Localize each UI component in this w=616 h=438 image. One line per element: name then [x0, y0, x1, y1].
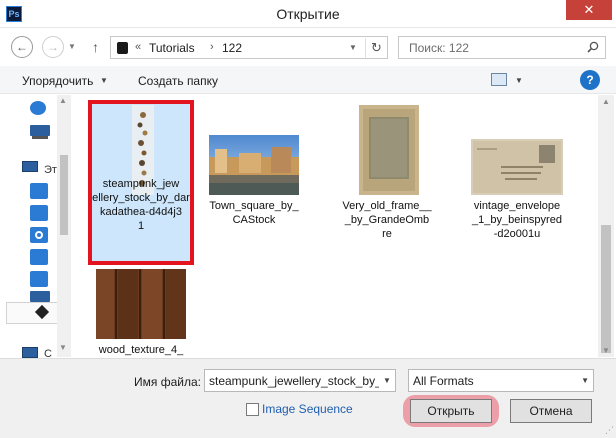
window-title: Открытие: [276, 6, 340, 22]
file-name: CAStock: [232, 214, 276, 226]
resize-grip-icon[interactable]: ⋰: [605, 425, 614, 436]
recent-locations-chevron-down-icon[interactable]: ▼: [68, 42, 76, 51]
view-chevron-down-icon[interactable]: ▼: [515, 76, 523, 85]
help-button[interactable]: ?: [580, 70, 600, 90]
sidebar-item-label[interactable]: Эт: [44, 164, 57, 176]
view-options-icon[interactable]: [491, 73, 507, 86]
navigation-bar: ← → ▼ ↑ « Tutorials › 122 ▼ ↻ Поиск: 122: [0, 32, 616, 62]
sidebar-scroll-up-icon[interactable]: ▲: [59, 96, 67, 105]
breadcrumb-tutorials[interactable]: Tutorials: [149, 41, 195, 55]
image-sequence-label[interactable]: Image Sequence: [262, 402, 353, 416]
search-icon: [587, 41, 599, 53]
filename-history-chevron-down-icon[interactable]: ▼: [379, 370, 395, 391]
scroll-up-icon[interactable]: ▲: [602, 97, 610, 106]
file-name: -d2o001u: [493, 228, 541, 240]
forward-button[interactable]: →: [42, 36, 64, 58]
back-button[interactable]: ←: [11, 36, 33, 58]
desktop-folder-icon[interactable]: [30, 271, 50, 287]
command-toolbar: Упорядочить ▼ Создать папку ▼ ?: [0, 66, 616, 94]
videos-folder-icon[interactable]: [30, 183, 50, 199]
up-folder-button[interactable]: ↑: [92, 39, 99, 55]
file-name: re: [382, 228, 392, 240]
envelope-thumbnail-image: [471, 139, 563, 195]
pictures-folder-icon[interactable]: [30, 249, 50, 265]
filename-label: Имя файла:: [134, 375, 201, 389]
filename-field[interactable]: steampunk_jewellery_stock_by_darkadathea…: [204, 369, 396, 392]
documents-folder-icon[interactable]: [30, 205, 50, 221]
file-format-value: All Formats: [413, 374, 474, 388]
sidebar-scroll-thumb[interactable]: [60, 155, 68, 235]
address-history-chevron-down-icon[interactable]: ▼: [349, 43, 357, 52]
old-frame-thumbnail-image: [359, 105, 419, 195]
search-box[interactable]: Поиск: 122: [398, 36, 606, 59]
music-folder-icon[interactable]: [30, 227, 50, 243]
file-name: _by_GrandeOmb: [344, 214, 430, 226]
dialog-footer: Имя файла: steampunk_jewellery_stock_by_…: [0, 358, 616, 438]
image-sequence-checkbox[interactable]: [246, 403, 259, 416]
file-name: steampunk_jew: [102, 178, 180, 190]
file-format-select[interactable]: All Formats ▼: [408, 369, 594, 392]
new-folder-button[interactable]: Создать папку: [138, 74, 218, 88]
breadcrumb-separator[interactable]: ›: [210, 41, 214, 53]
folder-location-icon: [117, 42, 128, 54]
file-name: Very_old_frame__: [342, 200, 432, 212]
breadcrumb-122[interactable]: 122: [222, 41, 242, 55]
network-drive-icon[interactable]: [30, 125, 50, 141]
file-name: kadathea-d4d4j3: [100, 206, 182, 218]
file-name: vintage_envelope: [473, 200, 561, 212]
wood-texture-thumbnail-image: [96, 269, 186, 339]
address-bar[interactable]: « Tutorials › 122 ▼ ↻: [110, 36, 388, 59]
sidebar-scroll-down-icon[interactable]: ▼: [59, 343, 67, 352]
sync-folder-icon[interactable]: [30, 101, 50, 117]
format-chevron-down-icon: ▼: [581, 376, 589, 385]
file-list-scroll-thumb[interactable]: [601, 225, 611, 353]
file-name: ellery_stock_by_dar: [92, 192, 190, 204]
organize-button[interactable]: Упорядочить: [22, 74, 93, 88]
file-name: wood_texture_4_: [98, 344, 184, 356]
open-button[interactable]: Открыть: [410, 399, 492, 423]
refresh-button[interactable]: ↻: [365, 38, 387, 58]
close-button[interactable]: ✕: [566, 0, 612, 20]
file-name: _1_by_beinspyred: [472, 214, 562, 226]
organize-chevron-down-icon[interactable]: ▼: [100, 76, 108, 85]
file-list: steampunk_jew ellery_stock_by_dar kadath…: [72, 95, 597, 357]
file-name: Town_square_by_: [209, 200, 299, 212]
computer-icon[interactable]: [22, 161, 42, 177]
file-name: 1: [137, 220, 145, 232]
town-square-thumbnail-image: [209, 135, 299, 195]
title-bar: Ps Открытие ✕: [0, 0, 616, 28]
scroll-down-icon[interactable]: ▼: [602, 346, 610, 355]
cancel-button[interactable]: Отмена: [510, 399, 592, 423]
search-placeholder: Поиск: 122: [409, 41, 469, 55]
breadcrumb-overflow[interactable]: «: [135, 41, 141, 53]
filename-value: steampunk_jewellery_stock_by_darkadathea…: [209, 374, 395, 388]
